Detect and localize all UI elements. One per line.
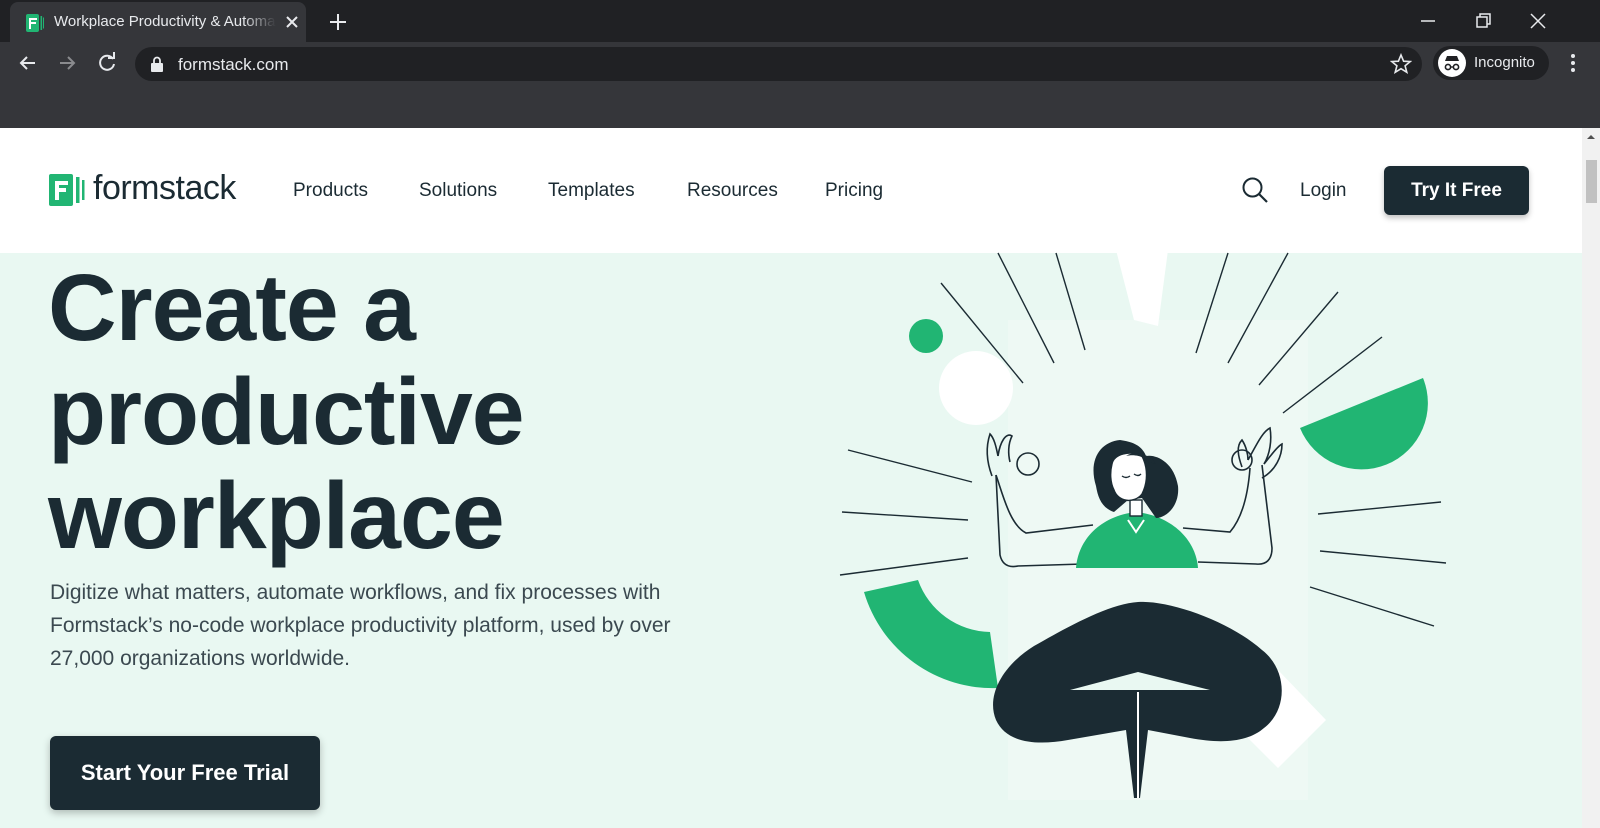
- hero-title-line: Create a: [48, 255, 416, 361]
- hero-subtitle-line: Digitize what matters, automate workflow…: [50, 581, 661, 604]
- nav-pricing[interactable]: Pricing: [825, 180, 883, 202]
- browser-tab-strip: Workplace Productivity & Automation: [0, 0, 1600, 42]
- hero-subtitle-line: Formstack’s no-code workplace productivi…: [50, 614, 671, 637]
- nav-products[interactable]: Products: [293, 180, 368, 202]
- incognito-profile-button[interactable]: Incognito: [1433, 46, 1549, 80]
- browser-toolbar: formstack.com Incognito: [0, 42, 1600, 84]
- search-icon[interactable]: [1241, 176, 1269, 204]
- close-tab-icon[interactable]: [282, 12, 302, 32]
- minimize-icon[interactable]: [1413, 6, 1443, 36]
- hero-title: Create a productive workplace: [48, 256, 748, 568]
- meditation-illustration: [839, 250, 1447, 800]
- reload-icon[interactable]: [94, 50, 120, 76]
- back-icon[interactable]: [15, 50, 41, 76]
- incognito-icon: [1438, 49, 1466, 77]
- address-bar[interactable]: formstack.com: [135, 47, 1422, 81]
- nav-solutions[interactable]: Solutions: [419, 180, 497, 202]
- restore-icon[interactable]: [1468, 6, 1498, 36]
- scroll-up-arrow-icon[interactable]: [1586, 132, 1596, 142]
- tab-title: Workplace Productivity & Automation: [54, 13, 276, 30]
- browser-menu-icon[interactable]: [1560, 50, 1586, 76]
- hero-title-line: workplace: [48, 463, 505, 569]
- url-text: formstack.com: [178, 55, 289, 74]
- nav-resources[interactable]: Resources: [687, 180, 778, 202]
- browser-toolbar-spacer: [0, 84, 1600, 128]
- try-it-free-button[interactable]: Try It Free: [1384, 166, 1529, 215]
- nav-templates[interactable]: Templates: [548, 180, 635, 202]
- close-window-icon[interactable]: [1523, 6, 1553, 36]
- login-link[interactable]: Login: [1300, 180, 1347, 202]
- scrollbar-thumb[interactable]: [1586, 160, 1597, 203]
- forward-icon[interactable]: [54, 50, 80, 76]
- new-tab-icon[interactable]: [326, 10, 350, 34]
- formstack-favicon-icon: [26, 14, 44, 32]
- start-free-trial-button[interactable]: Start Your Free Trial: [50, 736, 320, 810]
- page-viewport: formstack Products Solutions Templates R…: [0, 128, 1582, 828]
- incognito-label: Incognito: [1474, 54, 1535, 71]
- site-header: formstack Products Solutions Templates R…: [0, 128, 1582, 253]
- formstack-logo-icon: [49, 174, 85, 206]
- hero-subtitle-line: 27,000 organizations worldwide.: [50, 647, 351, 670]
- hero-title-line: productive: [48, 359, 525, 465]
- formstack-logo[interactable]: formstack: [49, 169, 249, 208]
- page-scrollbar[interactable]: [1582, 128, 1600, 828]
- logo-text: formstack: [93, 169, 236, 207]
- browser-tab[interactable]: Workplace Productivity & Automation: [10, 2, 306, 42]
- lock-icon: [151, 56, 163, 72]
- hero-subtitle: Digitize what matters, automate workflow…: [50, 576, 750, 675]
- bookmark-star-icon[interactable]: [1390, 53, 1412, 75]
